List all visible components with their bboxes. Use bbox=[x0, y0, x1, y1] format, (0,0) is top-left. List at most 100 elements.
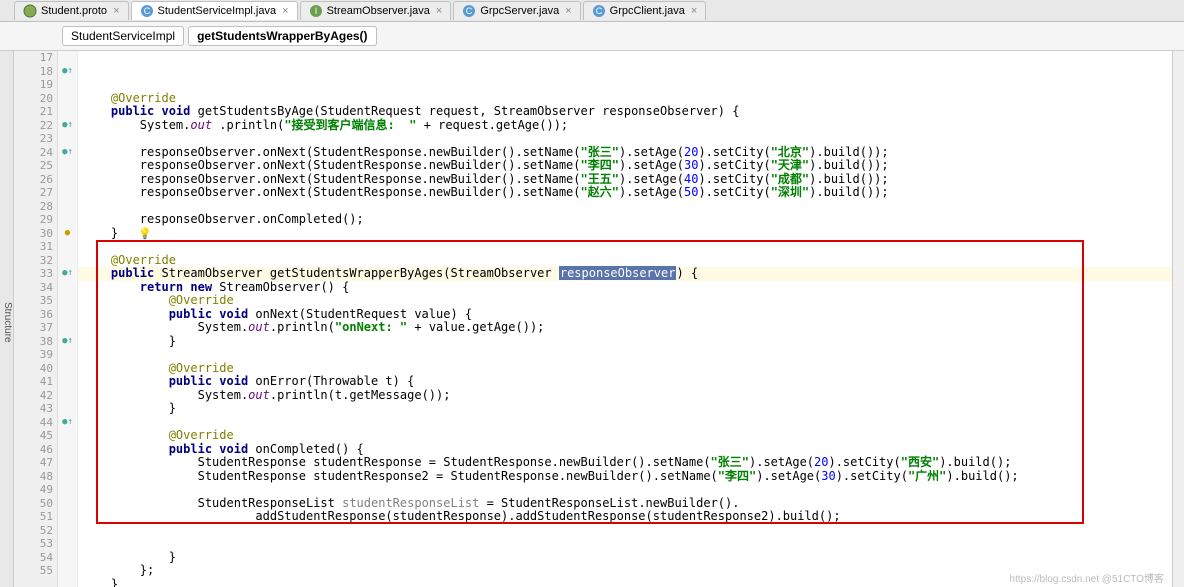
gutter-mark bbox=[58, 402, 77, 416]
code-line[interactable] bbox=[78, 483, 1184, 497]
code-line[interactable]: StudentResponseList studentResponseList … bbox=[78, 497, 1184, 511]
line-number: 48 bbox=[14, 470, 53, 484]
line-number: 47 bbox=[14, 456, 53, 470]
code-line[interactable]: StudentResponse studentResponse = Studen… bbox=[78, 456, 1184, 470]
code-line[interactable]: responseObserver.onCompleted(); bbox=[78, 213, 1184, 227]
code-line[interactable] bbox=[78, 416, 1184, 430]
file-icon: C bbox=[462, 4, 476, 18]
breadcrumb-item[interactable]: getStudentsWrapperByAges() bbox=[188, 26, 376, 46]
code-line[interactable]: public void onCompleted() { bbox=[78, 443, 1184, 457]
code-line[interactable]: System.out .println("接受到客户端信息: " + reque… bbox=[78, 119, 1184, 133]
gutter-mark bbox=[58, 524, 77, 538]
code-line[interactable]: System.out.println(t.getMessage()); bbox=[78, 389, 1184, 403]
code-editor[interactable]: @Override public void getStudentsByAge(S… bbox=[78, 51, 1184, 587]
line-number: 33 bbox=[14, 267, 53, 281]
gutter-mark bbox=[58, 159, 77, 173]
tab-label: StudentServiceImpl.java bbox=[158, 5, 277, 17]
line-number: 21 bbox=[14, 105, 53, 119]
code-line[interactable]: public void onError(Throwable t) { bbox=[78, 375, 1184, 389]
code-line[interactable]: @Override bbox=[78, 254, 1184, 268]
gutter-mark bbox=[58, 78, 77, 92]
gutter-mark bbox=[58, 429, 77, 443]
tab-student-proto[interactable]: Student.proto× bbox=[14, 1, 129, 20]
gutter-mark bbox=[58, 105, 77, 119]
line-number: 41 bbox=[14, 375, 53, 389]
gutter-mark bbox=[58, 456, 77, 470]
line-number: 44 bbox=[14, 416, 53, 430]
tab-grpcserver-java[interactable]: CGrpcServer.java× bbox=[453, 1, 580, 20]
line-number: 45 bbox=[14, 429, 53, 443]
gutter-mark bbox=[58, 200, 77, 214]
breadcrumb: StudentServiceImplgetStudentsWrapperByAg… bbox=[0, 22, 1184, 51]
code-line[interactable]: responseObserver.onNext(StudentResponse.… bbox=[78, 173, 1184, 187]
tool-window-bar[interactable]: Structure bbox=[0, 51, 14, 587]
line-number: 51 bbox=[14, 510, 53, 524]
code-line[interactable] bbox=[78, 132, 1184, 146]
gutter-mark: ●↑ bbox=[58, 146, 77, 160]
gutter-mark bbox=[58, 213, 77, 227]
file-icon: I bbox=[309, 4, 323, 18]
line-number: 40 bbox=[14, 362, 53, 376]
line-number: 30 bbox=[14, 227, 53, 241]
gutter-mark bbox=[58, 173, 77, 187]
change-marks: ●↑●↑●↑●●↑●↑●↑ bbox=[58, 51, 78, 587]
editor-tabs: Student.proto×CStudentServiceImpl.java×I… bbox=[0, 0, 1184, 22]
close-icon[interactable]: × bbox=[565, 5, 571, 17]
code-line[interactable]: } bbox=[78, 551, 1184, 565]
line-number: 42 bbox=[14, 389, 53, 403]
intention-bulb-icon[interactable]: 💡 bbox=[138, 227, 152, 241]
code-line[interactable]: responseObserver.onNext(StudentResponse.… bbox=[78, 186, 1184, 200]
code-line[interactable]: return new StreamObserver() { bbox=[78, 281, 1184, 295]
gutter-mark bbox=[58, 362, 77, 376]
code-line[interactable]: } bbox=[78, 402, 1184, 416]
code-line[interactable]: @Override bbox=[78, 294, 1184, 308]
close-icon[interactable]: × bbox=[436, 5, 442, 17]
code-line[interactable]: StudentResponse studentResponse2 = Stude… bbox=[78, 470, 1184, 484]
tab-grpcclient-java[interactable]: CGrpcClient.java× bbox=[583, 1, 707, 20]
code-line[interactable] bbox=[78, 348, 1184, 362]
tab-label: StreamObserver.java bbox=[327, 5, 430, 17]
code-line[interactable]: addStudentResponse(studentResponse).addS… bbox=[78, 510, 1184, 524]
code-line[interactable]: @Override bbox=[78, 362, 1184, 376]
breadcrumb-item[interactable]: StudentServiceImpl bbox=[62, 26, 184, 46]
line-number: 23 bbox=[14, 132, 53, 146]
code-line[interactable]: } bbox=[78, 227, 1184, 241]
close-icon[interactable]: × bbox=[282, 5, 288, 17]
line-number: 50 bbox=[14, 497, 53, 511]
line-number: 29 bbox=[14, 213, 53, 227]
line-number: 35 bbox=[14, 294, 53, 308]
code-line[interactable]: } bbox=[78, 335, 1184, 349]
tab-studentserviceimpl-java[interactable]: C StudentServiceImpl.java × bbox=[131, 1, 298, 20]
file-icon: C bbox=[140, 4, 154, 18]
code-line[interactable]: System.out.println("onNext: " + value.ge… bbox=[78, 321, 1184, 335]
line-number: 54 bbox=[14, 551, 53, 565]
line-number: 20 bbox=[14, 92, 53, 106]
svg-text:C: C bbox=[466, 6, 473, 16]
code-line[interactable]: public void getStudentsByAge(StudentRequ… bbox=[78, 105, 1184, 119]
tab-streamobserver-java[interactable]: I StreamObserver.java × bbox=[300, 1, 452, 20]
code-line[interactable]: @Override bbox=[78, 429, 1184, 443]
gutter-mark bbox=[58, 483, 77, 497]
gutter-mark: ●↑ bbox=[58, 416, 77, 430]
close-icon[interactable]: × bbox=[691, 5, 697, 17]
gutter-mark bbox=[58, 443, 77, 457]
code-line[interactable] bbox=[78, 537, 1184, 551]
gutter-mark bbox=[58, 51, 77, 65]
gutter-mark bbox=[58, 537, 77, 551]
code-line[interactable] bbox=[78, 524, 1184, 538]
code-line[interactable] bbox=[78, 240, 1184, 254]
code-line[interactable]: responseObserver.onNext(StudentResponse.… bbox=[78, 159, 1184, 173]
code-line[interactable]: @Override bbox=[78, 92, 1184, 106]
error-stripe[interactable] bbox=[1172, 51, 1184, 587]
line-number: 28 bbox=[14, 200, 53, 214]
gutter-mark bbox=[58, 389, 77, 403]
line-number: 46 bbox=[14, 443, 53, 457]
code-line[interactable]: responseObserver.onNext(StudentResponse.… bbox=[78, 146, 1184, 160]
code-line[interactable]: public StreamObserver getStudentsWrapper… bbox=[78, 267, 1184, 281]
close-icon[interactable]: × bbox=[113, 5, 119, 17]
code-line[interactable] bbox=[78, 200, 1184, 214]
line-number: 31 bbox=[14, 240, 53, 254]
gutter-mark bbox=[58, 551, 77, 565]
code-line[interactable]: public void onNext(StudentRequest value)… bbox=[78, 308, 1184, 322]
svg-text:I: I bbox=[314, 6, 317, 16]
